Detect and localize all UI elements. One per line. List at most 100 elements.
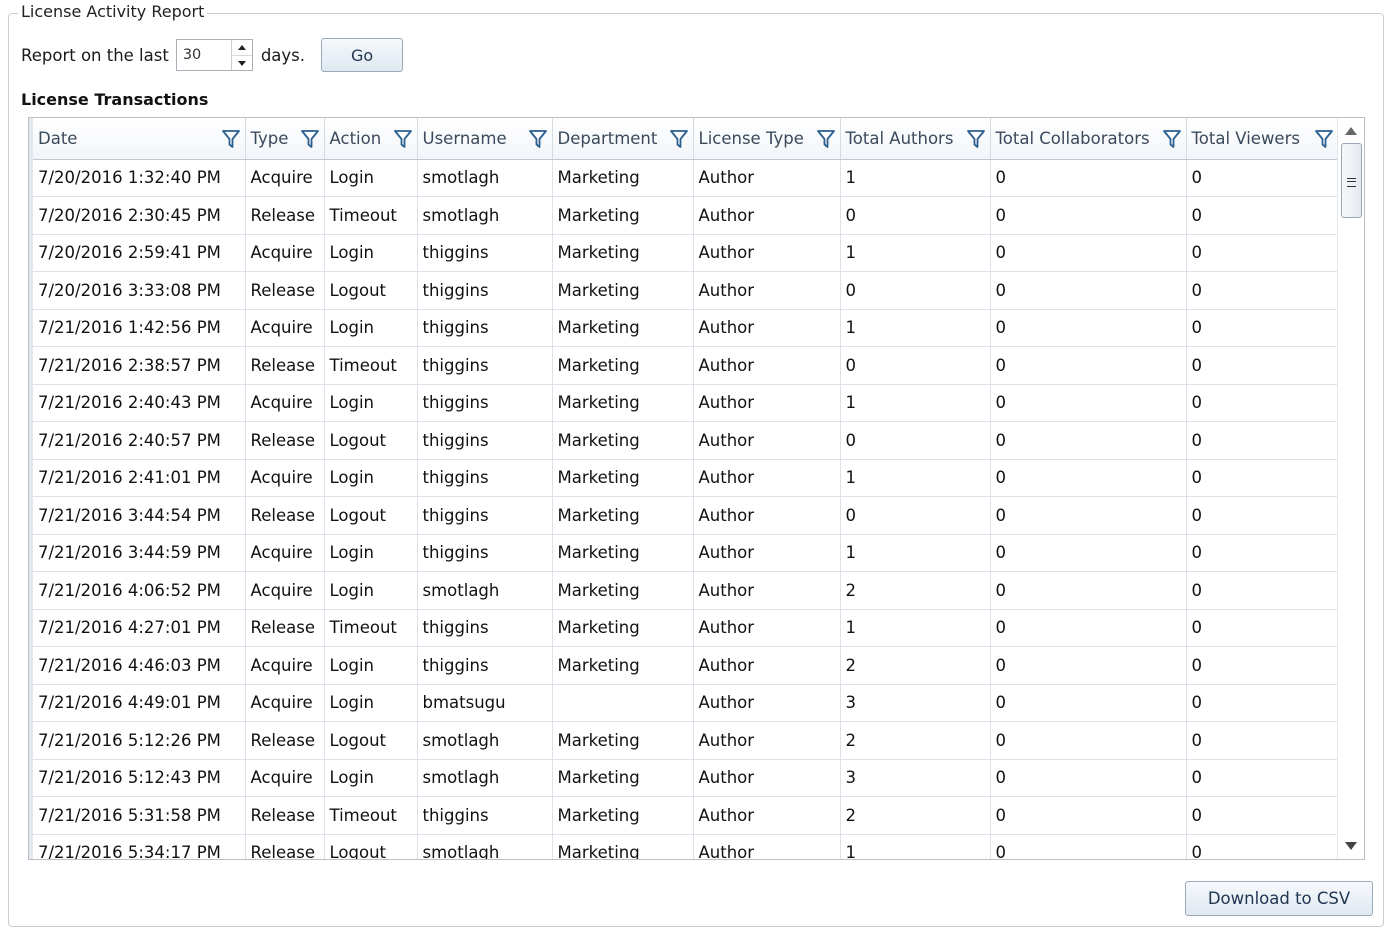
filter-icon[interactable]: [669, 129, 689, 149]
download-csv-button[interactable]: Download to CSV: [1185, 881, 1373, 916]
cell-date: 7/21/2016 4:49:01 PM: [33, 684, 246, 722]
table-row[interactable]: 7/21/2016 5:31:58 PM Release Timeout thiggi…: [33, 796, 1339, 835]
go-button[interactable]: Go: [321, 38, 404, 72]
cell-department: Marketing: [552, 609, 694, 647]
table-row[interactable]: 7/21/2016 2:40:43 PM Acquire Login thiggins…: [33, 384, 1339, 422]
column-header-action[interactable]: Action: [324, 118, 418, 160]
table-row[interactable]: 7/21/2016 1:42:56 PM Acquire Login thiggins…: [33, 309, 1339, 347]
table-row[interactable]: 7/21/2016 3:44:59 PM Acquire Login thiggins…: [33, 534, 1339, 572]
cell-action: Login: [324, 646, 418, 685]
cell-total-viewers: 0: [1186, 196, 1339, 235]
cell-username: smotlagh: [417, 159, 553, 197]
cell-action: Logout: [324, 496, 418, 535]
cell-date: 7/21/2016 3:44:59 PM: [33, 534, 246, 572]
days-input[interactable]: 30: [183, 47, 201, 63]
filter-icon[interactable]: [528, 129, 548, 149]
table-row[interactable]: 7/21/2016 3:44:54 PM Release Logout thiggin…: [33, 496, 1339, 535]
cell-total-viewers: 0: [1186, 459, 1339, 497]
cell-license-type: Author: [693, 684, 841, 722]
cell-license-type: Author: [693, 159, 841, 197]
column-header-total-authors[interactable]: Total Authors: [840, 118, 991, 160]
scroll-thumb[interactable]: [1341, 143, 1362, 218]
cell-username: thiggins: [417, 646, 553, 685]
table-row[interactable]: 7/21/2016 4:49:01 PM Acquire Login bmatsugu…: [33, 684, 1339, 722]
cell-license-type: Author: [693, 384, 841, 422]
table-row[interactable]: 7/21/2016 5:12:43 PM Acquire Login smotlagh…: [33, 759, 1339, 797]
days-spinbox[interactable]: 30: [175, 39, 253, 71]
cell-type: Release: [245, 346, 325, 385]
column-header-username[interactable]: Username: [417, 118, 553, 160]
table-row[interactable]: 7/21/2016 2:40:57 PM Release Logout thiggin…: [33, 421, 1339, 460]
cell-total-viewers: 0: [1186, 346, 1339, 385]
cell-date: 7/20/2016 2:30:45 PM: [33, 196, 246, 235]
cell-department: Marketing: [552, 571, 694, 610]
column-header-department[interactable]: Department: [552, 118, 694, 160]
cell-total-collaborators: 0: [990, 496, 1187, 535]
table-row[interactable]: 7/21/2016 5:34:17 PM Release Logout smotlag…: [33, 834, 1339, 859]
table-row[interactable]: 7/20/2016 2:30:45 PM Release Timeout smotla…: [33, 196, 1339, 235]
filter-icon[interactable]: [1314, 129, 1334, 149]
cell-date: 7/21/2016 4:27:01 PM: [33, 609, 246, 647]
filter-icon[interactable]: [1162, 129, 1182, 149]
filter-icon[interactable]: [300, 129, 320, 149]
cell-total-authors: 0: [840, 196, 991, 235]
cell-total-authors: 3: [840, 684, 991, 722]
cell-license-type: Author: [693, 571, 841, 610]
filter-icon[interactable]: [221, 129, 241, 149]
table-row[interactable]: 7/20/2016 2:59:41 PM Acquire Login thiggins…: [33, 234, 1339, 272]
cell-username: thiggins: [417, 271, 553, 310]
table-row[interactable]: 7/20/2016 1:32:40 PM Acquire Login smotlagh…: [33, 159, 1339, 197]
table-row[interactable]: 7/21/2016 2:38:57 PM Release Timeout thiggi…: [33, 346, 1339, 385]
cell-total-authors: 2: [840, 796, 991, 835]
filter-icon[interactable]: [816, 129, 836, 149]
cell-total-collaborators: 0: [990, 796, 1187, 835]
table-row[interactable]: 7/21/2016 2:41:01 PM Acquire Login thiggins…: [33, 459, 1339, 497]
cell-action: Login: [324, 159, 418, 197]
cell-date: 7/21/2016 5:12:26 PM: [33, 721, 246, 760]
spin-up-button[interactable]: [231, 40, 252, 56]
cell-username: smotlagh: [417, 196, 553, 235]
column-header-total-viewers[interactable]: Total Viewers: [1186, 118, 1339, 160]
cell-date: 7/21/2016 1:42:56 PM: [33, 309, 246, 347]
arrow-down-icon: [237, 61, 246, 66]
cell-date: 7/21/2016 4:06:52 PM: [33, 571, 246, 610]
table-row[interactable]: 7/21/2016 4:27:01 PM Release Timeout thiggi…: [33, 609, 1339, 647]
cell-type: Acquire: [245, 684, 325, 722]
cell-license-type: Author: [693, 609, 841, 647]
filter-icon[interactable]: [966, 129, 986, 149]
cell-department: Marketing: [552, 646, 694, 685]
column-header-type[interactable]: Type: [245, 118, 325, 160]
column-header-total-collaborators[interactable]: Total Collaborators: [990, 118, 1187, 160]
cell-total-collaborators: 0: [990, 159, 1187, 197]
cell-total-authors: 1: [840, 459, 991, 497]
cell-username: thiggins: [417, 346, 553, 385]
scroll-down-icon[interactable]: [1345, 842, 1357, 850]
cell-username: thiggins: [417, 309, 553, 347]
cell-total-authors: 0: [840, 496, 991, 535]
table-row[interactable]: 7/21/2016 4:06:52 PM Acquire Login smotlagh…: [33, 571, 1339, 610]
cell-type: Acquire: [245, 571, 325, 610]
cell-username: thiggins: [417, 234, 553, 272]
table-row[interactable]: 7/21/2016 4:46:03 PM Acquire Login thiggins…: [33, 646, 1339, 685]
cell-username: thiggins: [417, 459, 553, 497]
cell-total-collaborators: 0: [990, 234, 1187, 272]
column-header-label: Username: [422, 128, 507, 148]
filter-icon[interactable]: [393, 129, 413, 149]
cell-type: Release: [245, 721, 325, 760]
column-header-date[interactable]: Date: [33, 118, 246, 160]
vertical-scrollbar[interactable]: [1337, 118, 1364, 859]
spin-down-button[interactable]: [232, 56, 252, 71]
table-row[interactable]: 7/21/2016 5:12:26 PM Release Logout smotlag…: [33, 721, 1339, 760]
cell-total-collaborators: 0: [990, 421, 1187, 460]
cell-type: Release: [245, 796, 325, 835]
column-header-label: License Type: [698, 128, 804, 148]
cell-total-collaborators: 0: [990, 346, 1187, 385]
cell-date: 7/21/2016 2:40:57 PM: [33, 421, 246, 460]
scroll-up-icon[interactable]: [1345, 127, 1357, 135]
table-row[interactable]: 7/20/2016 3:33:08 PM Release Logout thiggin…: [33, 271, 1339, 310]
column-header-license-type[interactable]: License Type: [693, 118, 841, 160]
cell-action: Timeout: [324, 796, 418, 835]
cell-department: Marketing: [552, 421, 694, 460]
cell-total-viewers: 0: [1186, 796, 1339, 835]
cell-action: Login: [324, 684, 418, 722]
